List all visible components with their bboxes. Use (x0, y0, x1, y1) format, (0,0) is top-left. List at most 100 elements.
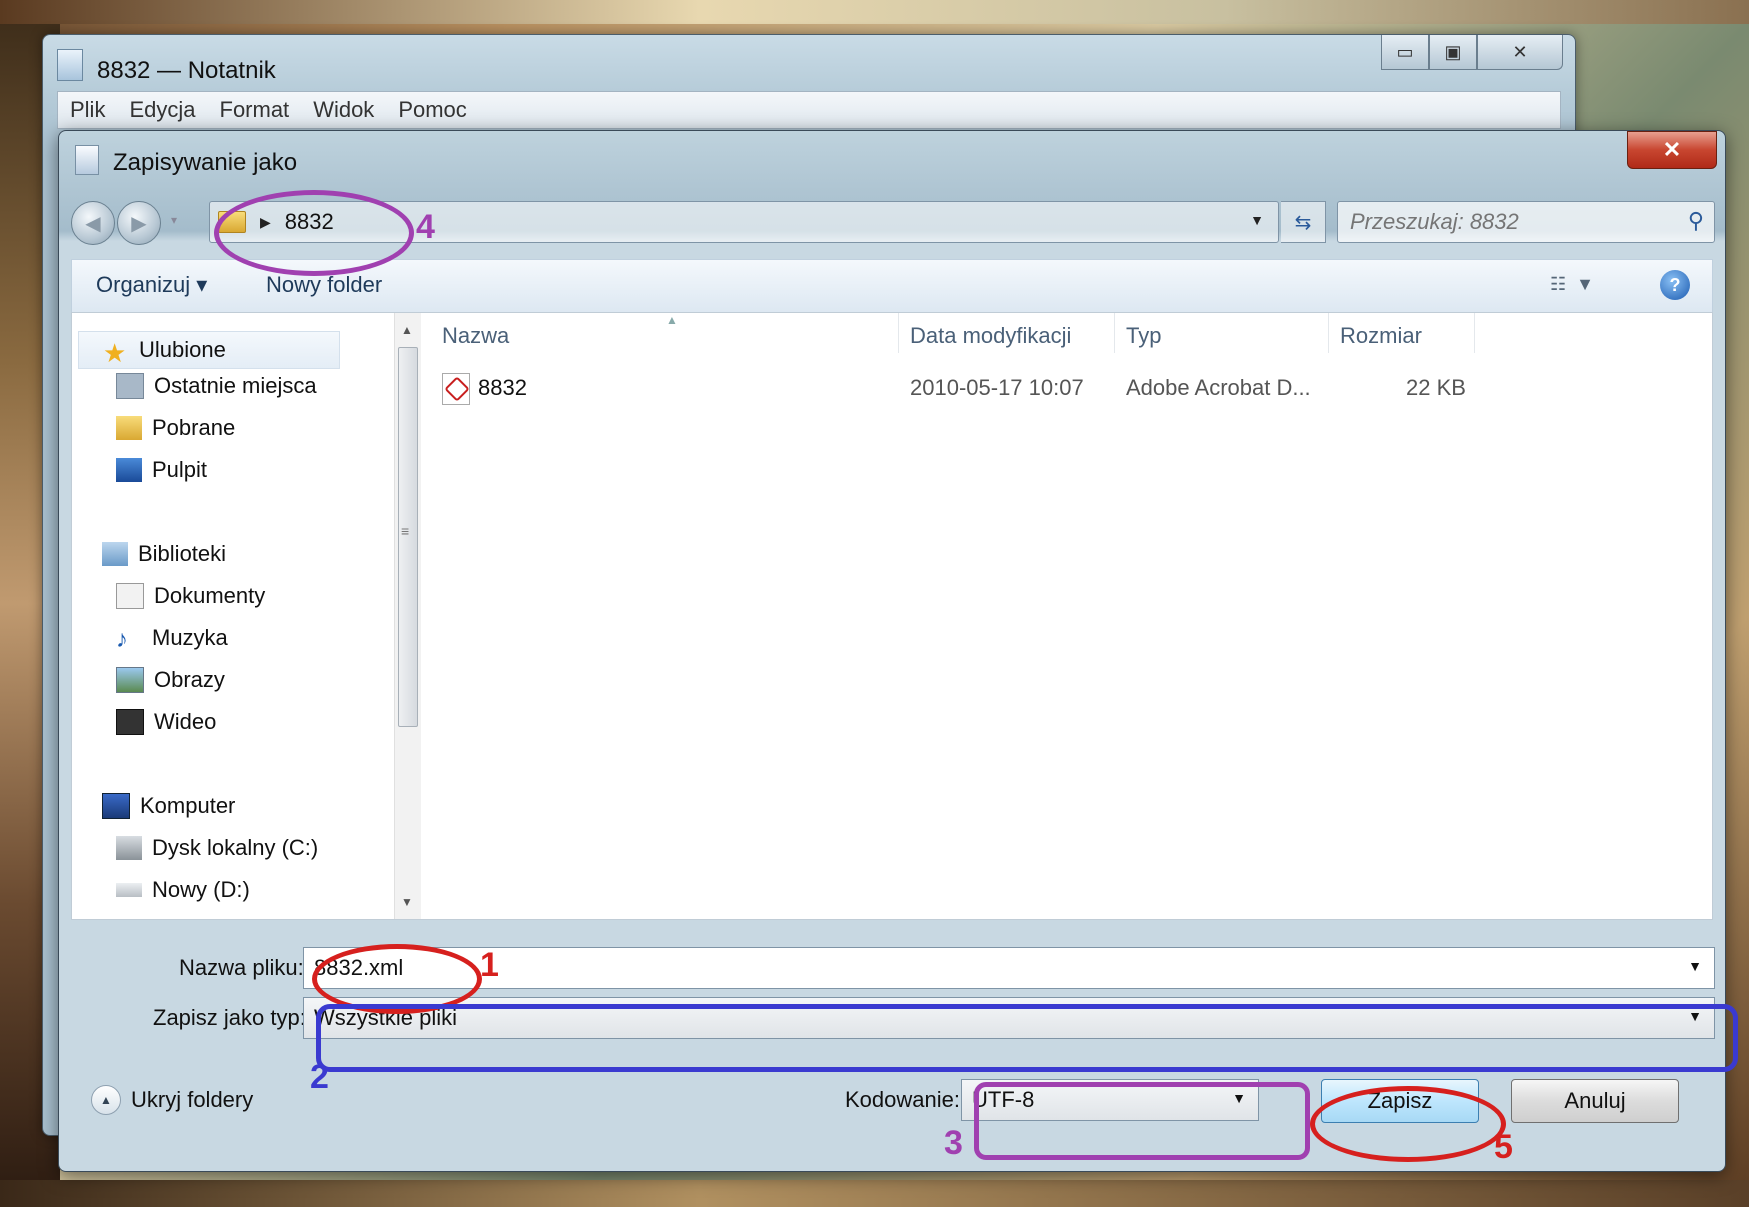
back-button[interactable]: ◀ (71, 201, 115, 245)
column-divider[interactable] (1474, 313, 1475, 353)
collapse-up-icon: ▲ (91, 1085, 121, 1115)
column-divider[interactable] (1328, 313, 1329, 353)
annotation-circle-4 (214, 190, 414, 276)
documents-icon (116, 583, 144, 609)
notepad-icon (57, 49, 83, 81)
desktop-icon (116, 458, 142, 482)
column-size[interactable]: Rozmiar (1340, 323, 1422, 349)
recent-locations-dropdown[interactable]: ▾ (171, 213, 177, 227)
drive-icon (116, 883, 142, 897)
minimize-button[interactable]: ▭ (1381, 35, 1429, 70)
encoding-label: Kodowanie: (845, 1087, 960, 1112)
nav-documents[interactable]: Dokumenty (116, 583, 265, 609)
column-modified[interactable]: Data modyfikacji (910, 323, 1071, 349)
nav-recent-places[interactable]: Ostatnie miejsca (116, 373, 317, 399)
nav-pictures[interactable]: Obrazy (116, 667, 225, 693)
file-row[interactable]: 8832 2010-05-17 10:07 Adobe Acrobat D...… (420, 371, 1712, 411)
new-folder-button[interactable]: Nowy folder (266, 272, 382, 298)
menu-plik[interactable]: Plik (70, 97, 105, 123)
notepad-menubar: Plik Edycja Format Widok Pomoc (57, 91, 1561, 129)
organize-button[interactable]: Organizuj ▾ (96, 272, 207, 298)
nav-downloads-label: Pobrane (152, 415, 236, 440)
back-arrow-icon: ◀ (85, 212, 101, 235)
nav-desktop[interactable]: Pulpit (116, 457, 207, 483)
music-icon: ♪ (116, 626, 128, 653)
notepad-title: 8832 — Notatnik (97, 57, 276, 84)
dialog-close-button[interactable]: ✕ (1627, 131, 1717, 169)
address-dropdown-icon[interactable]: ▼ (1250, 212, 1264, 228)
search-input[interactable] (1348, 208, 1652, 236)
dialog-icon (75, 145, 99, 175)
star-icon: ★ (103, 338, 127, 368)
desktop-background-top (0, 0, 1749, 24)
computer-icon (102, 793, 130, 819)
annotation-number-2: 2 (310, 1058, 329, 1096)
column-divider[interactable] (1114, 313, 1115, 353)
filename-label: Nazwa pliku: (179, 955, 304, 980)
nav-drive-d[interactable]: Nowy (D:) (116, 877, 250, 903)
nav-drive-d-label: Nowy (D:) (152, 877, 250, 902)
nav-downloads[interactable]: Pobrane (116, 415, 235, 441)
filename-dropdown-icon[interactable]: ▼ (1688, 958, 1702, 974)
nav-local-disk-c[interactable]: Dysk lokalny (C:) (116, 835, 318, 861)
nav-libraries-label: Biblioteki (138, 541, 227, 566)
nav-computer-label: Komputer (140, 793, 236, 818)
file-list: ▲ Nazwa Data modyfikacji Typ Rozmiar 883… (420, 313, 1712, 919)
column-divider[interactable] (898, 313, 899, 353)
filetype-label: Zapisz jako typ: (153, 1005, 306, 1030)
notepad-close-button[interactable]: ✕ (1477, 35, 1563, 70)
nav-videos[interactable]: Wideo (116, 709, 216, 735)
menu-format[interactable]: Format (220, 97, 290, 123)
file-name: 8832 (478, 375, 527, 400)
nav-documents-label: Dokumenty (154, 583, 266, 608)
sort-ascending-icon: ▲ (666, 313, 678, 327)
nav-local-disk-c-label: Dysk lokalny (C:) (152, 835, 319, 860)
maximize-button[interactable]: ▣ (1429, 35, 1477, 70)
nav-desktop-label: Pulpit (152, 457, 208, 482)
nav-computer[interactable]: Komputer (102, 793, 235, 819)
nav-music-label: Muzyka (152, 625, 228, 650)
column-name[interactable]: Nazwa (442, 323, 509, 349)
help-button[interactable]: ? (1660, 270, 1690, 300)
dialog-title: Zapisywanie jako (113, 149, 298, 176)
menu-edycja[interactable]: Edycja (129, 97, 195, 123)
annotation-number-1: 1 (480, 946, 499, 984)
file-type: Adobe Acrobat D... (1126, 375, 1311, 400)
refresh-button[interactable]: ⇆ (1281, 201, 1326, 243)
nav-videos-label: Wideo (154, 709, 217, 734)
filename-field[interactable]: 8832.xml ▼ (303, 947, 1715, 989)
file-modified: 2010-05-17 10:07 (910, 375, 1084, 400)
drive-icon (116, 836, 142, 860)
caption-buttons: ▭ ▣ ✕ (1381, 35, 1563, 71)
scroll-grip-icon: ≡ (401, 523, 410, 539)
annotation-box-3 (974, 1082, 1310, 1160)
nav-recent-places-label: Ostatnie miejsca (154, 373, 317, 398)
scroll-up-icon[interactable]: ▲ (401, 323, 413, 337)
search-box[interactable]: ⚲ (1337, 201, 1715, 243)
nav-libraries[interactable]: Biblioteki (102, 541, 226, 567)
nav-music[interactable]: ♪ Muzyka (116, 625, 228, 653)
menu-widok[interactable]: Widok (313, 97, 374, 123)
scroll-down-icon[interactable]: ▼ (401, 895, 413, 909)
nav-scrollbar[interactable]: ▲ ≡ ▼ (394, 313, 421, 919)
forward-button[interactable]: ▶ (117, 201, 161, 245)
forward-arrow-icon: ▶ (131, 212, 147, 235)
libraries-icon (102, 542, 128, 566)
video-icon (116, 709, 144, 735)
pictures-icon (116, 667, 144, 693)
column-type[interactable]: Typ (1126, 323, 1161, 349)
cancel-button[interactable]: Anuluj (1511, 1079, 1679, 1123)
search-icon[interactable]: ⚲ (1688, 208, 1704, 234)
downloads-icon (116, 416, 142, 440)
browser-body: ★ Ulubione Ostatnie miejsca Pobrane Pulp… (71, 312, 1713, 920)
hide-folders-button[interactable]: ▲ Ukryj foldery (91, 1085, 253, 1115)
menu-pomoc[interactable]: Pomoc (398, 97, 466, 123)
nav-favorites[interactable]: ★ Ulubione (78, 331, 340, 369)
refresh-icon: ⇆ (1294, 211, 1312, 234)
change-view-button[interactable]: ☷ ▼ (1550, 274, 1594, 295)
desktop-background-bottom (0, 1180, 1749, 1207)
file-size: 22 KB (1406, 375, 1466, 400)
annotation-number-5: 5 (1494, 1128, 1513, 1166)
recent-places-icon (116, 373, 144, 399)
hide-folders-label: Ukryj foldery (131, 1087, 254, 1112)
